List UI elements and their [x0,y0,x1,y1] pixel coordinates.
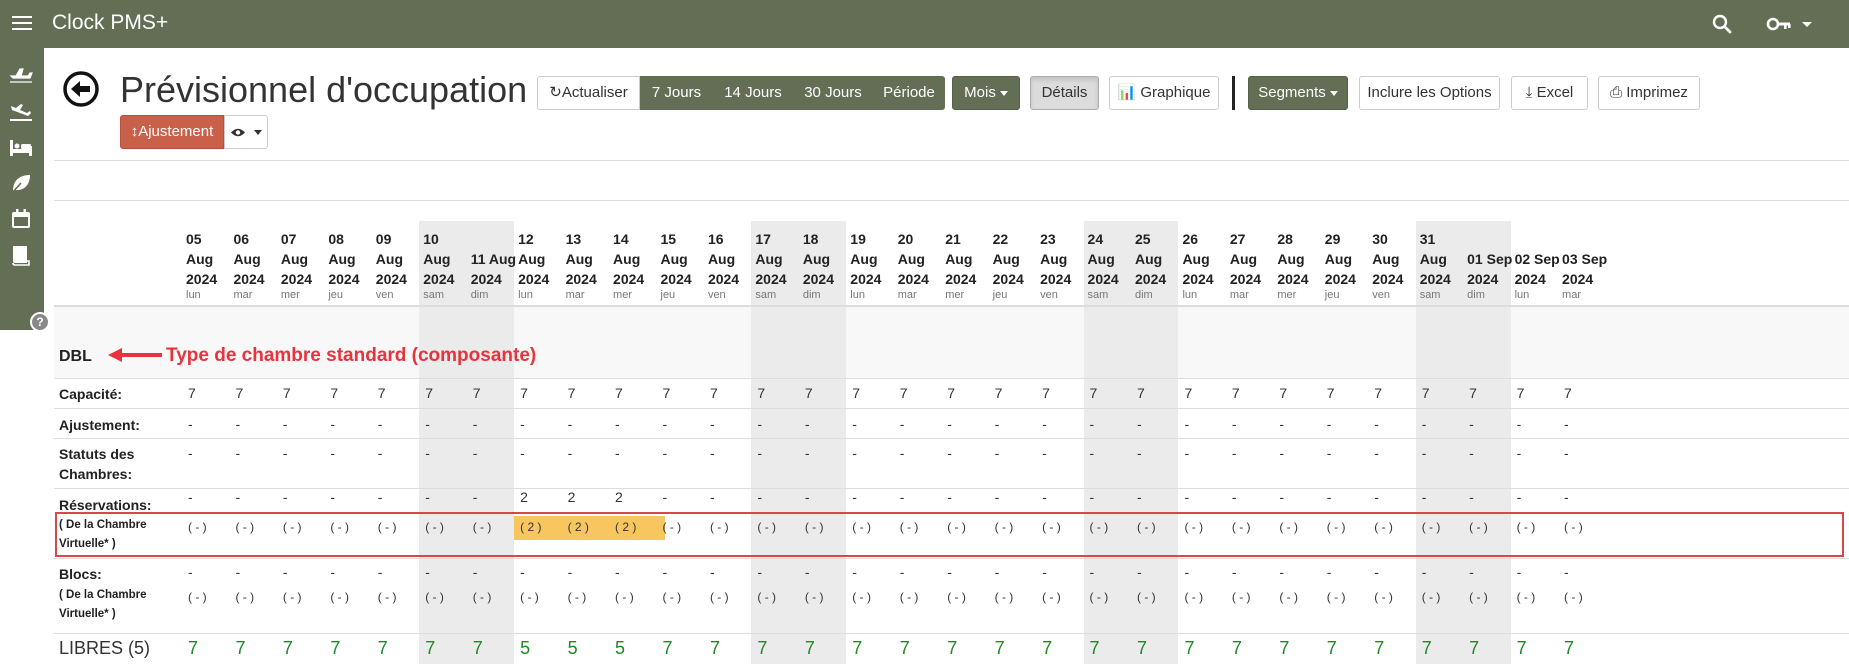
date-column-header: 03 Sep 2024 mar [1562,229,1618,302]
sidebar [0,48,44,330]
room-status-label-line1: Statuts des [59,446,135,462]
adjustment-cell: - [1564,416,1569,432]
chevron-down-icon [1329,90,1338,96]
bar-chart-icon: 📊 [1117,84,1137,101]
include-options-button[interactable]: Inclure les Options [1359,76,1500,110]
excel-button[interactable]: ⤓ Excel [1511,76,1588,110]
blocks-cell: - [1564,564,1569,580]
back-arrow-icon[interactable] [62,70,100,108]
book-icon[interactable] [8,242,34,268]
hamburger-icon[interactable] [10,12,34,36]
row-divider [54,378,1849,379]
blocks-virtual-label-line1: ( De la Chambre [59,589,147,601]
calendar-icon[interactable] [8,206,34,232]
blocks-virtual-label: ( De la Chambre Virtuelle* ) [59,586,147,624]
header-divider [54,305,1849,307]
chevron-down-icon [254,129,263,135]
row-divider [54,438,1849,439]
free-rooms-cell: 7 [1564,638,1575,658]
help-icon[interactable]: ? [30,312,50,332]
refresh-label: Actualiser [561,84,628,101]
blocks-virtual-cell: ( - ) [1564,590,1583,604]
chart-button[interactable]: 📊 Graphique [1109,76,1219,110]
chart-label: Graphique [1140,84,1211,101]
departures-icon[interactable] [8,62,34,88]
arrivals-icon[interactable] [8,98,34,124]
room-type-name: DBL [59,348,92,365]
blocks-label: Blocs: [59,566,102,582]
period-range-button[interactable]: Période [873,76,945,110]
excel-label: Excel [1536,84,1574,101]
refresh-icon: ↻ [549,84,562,101]
capacity-cell: 7 [1564,385,1572,401]
blocks-virtual-label-line2: Virtuelle* ) [59,608,116,620]
chevron-down-icon [999,90,1008,96]
search-icon[interactable] [1710,12,1734,36]
period-7-days-button[interactable]: 7 Jours [640,76,713,110]
row-divider [54,633,1849,634]
download-icon: ⤓ [1525,84,1533,101]
divider [54,160,1849,161]
month-dropdown-button[interactable]: Mois [952,76,1020,110]
adjustment-button[interactable]: ↕Ajustement [120,115,224,149]
date-weekday: mar [1562,289,1581,301]
reservations-cell: - [1564,489,1569,505]
key-icon[interactable] [1766,12,1816,36]
bed-icon[interactable] [8,134,34,160]
period-30-days-button[interactable]: 30 Jours [793,76,873,110]
refresh-button[interactable]: ↻Actualiser [537,76,640,110]
occupancy-grid: 05 Aug 2024 lun 06 Aug 2024 mar 07 Aug 2024 mer 08 Au… [54,221,1849,664]
visibility-dropdown-button[interactable] [224,115,268,149]
adjustment-row-label: Ajustement: [59,417,140,433]
row-divider [54,558,1849,559]
segments-label: Segments [1258,84,1326,101]
annotation-text: Type de chambre standard (composante) [166,345,537,366]
row-divider [54,408,1849,409]
capacity-label: Capacité: [59,386,123,402]
page-title: Prévisionnel d'occupation [120,69,528,110]
date-month: 03 Sep [1562,251,1608,267]
details-button[interactable]: Détails [1030,76,1099,110]
free-rooms-label: LIBRES (5) [59,638,151,658]
eye-icon [230,123,250,140]
room-type-section-header [54,305,1849,379]
date-year: 2024 [1562,271,1594,287]
print-label: Imprimez [1626,84,1688,101]
annotation-highlight-box [55,512,1844,557]
room-status-label-line2: Chambres: [59,466,133,482]
room-status-cell: - [1564,445,1569,461]
divider [54,200,1849,201]
app-title[interactable]: Clock PMS+ [52,11,168,35]
adjustment-label: Ajustement [138,123,214,140]
top-navbar: Clock PMS+ [0,0,1849,48]
leaf-icon[interactable] [8,170,34,196]
room-status-label: Statuts des Chambres: [59,444,134,484]
date-day [1562,229,1618,249]
month-label: Mois [964,84,996,101]
toolbar-divider [1232,76,1235,110]
printer-icon: ⎙ [1610,84,1623,101]
period-button-group: 7 Jours 14 Jours 30 Jours Période [640,76,945,110]
print-button[interactable]: ⎙ Imprimez [1598,76,1700,110]
segments-dropdown-button[interactable]: Segments [1248,76,1348,110]
period-14-days-button[interactable]: 14 Jours [713,76,793,110]
